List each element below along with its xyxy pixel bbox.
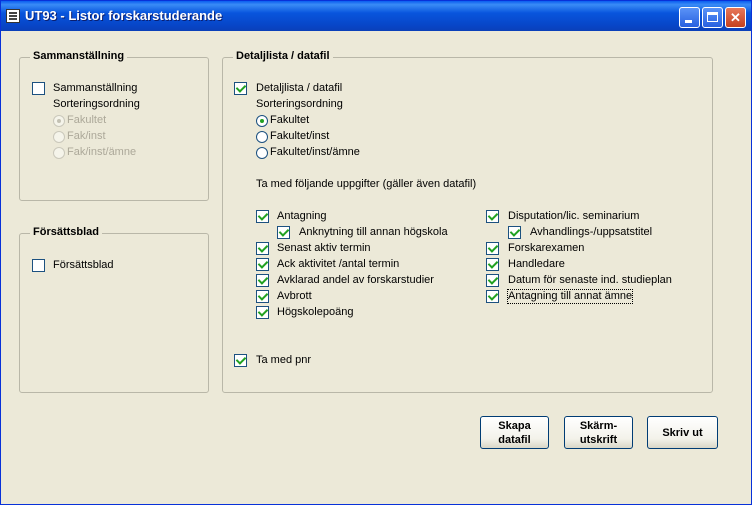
include-other-subject-label: Antagning till annat ämne: [506, 289, 634, 304]
include-activity-label: Ack aktivitet /antal termin: [277, 258, 400, 270]
detail-checkbox[interactable]: [234, 82, 247, 95]
summary-sort-radio-faculty[interactable]: [53, 115, 65, 127]
include-affiliation-checkbox[interactable]: [277, 226, 290, 239]
summary-group: Sammanställning: [19, 50, 209, 201]
detail-sort-radio-faculty-inst-subject[interactable]: [256, 147, 268, 159]
include-admission-label: Antagning: [277, 210, 327, 222]
include-disputation-checkbox[interactable]: [486, 210, 499, 223]
detail-group-legend: Detaljlista / datafil: [233, 50, 333, 62]
detail-sort-radio-faculty-inst-label: Fakultet/inst: [270, 130, 330, 142]
close-button[interactable]: ✕: [725, 7, 746, 28]
screen-print-button[interactable]: Skärm- utskrift: [564, 416, 633, 449]
summary-checkbox-label: Sammanställning: [53, 82, 138, 94]
include-dropout-checkbox[interactable]: [256, 290, 269, 303]
summary-group-legend: Sammanställning: [30, 50, 128, 62]
cover-group: Försättsblad: [19, 226, 209, 393]
include-fields-label: Ta med följande uppgifter (gäller även d…: [256, 178, 477, 190]
include-completed-share-label: Avklarad andel av forskarstudier: [277, 274, 434, 286]
summary-sort-radio-fak-inst-subject-label: Fak/inst/ämne: [67, 146, 137, 158]
summary-checkbox[interactable]: [32, 82, 45, 95]
include-doctoral-degree-label: Forskarexamen: [508, 242, 585, 254]
include-supervisor-label: Handledare: [508, 258, 565, 270]
summary-sort-radio-fak-inst[interactable]: [53, 131, 65, 143]
detail-sort-radio-faculty[interactable]: [256, 115, 268, 127]
include-completed-share-checkbox[interactable]: [256, 274, 269, 287]
summary-sort-radio-fak-inst-subject[interactable]: [53, 147, 65, 159]
detail-sort-radio-faculty-inst[interactable]: [256, 131, 268, 143]
include-thesis-title-label: Avhandlings-/uppsatstitel: [530, 226, 653, 238]
cover-checkbox-label: Försättsblad: [53, 259, 114, 271]
print-button[interactable]: Skriv ut: [647, 416, 718, 449]
include-thesis-title-checkbox[interactable]: [508, 226, 521, 239]
include-credits-label: Högskolepoäng: [277, 306, 354, 318]
include-disputation-label: Disputation/lic. seminarium: [508, 210, 640, 222]
detail-sort-radio-faculty-inst-subject-label: Fakultet/inst/ämne: [270, 146, 360, 158]
include-supervisor-checkbox[interactable]: [486, 258, 499, 271]
maximize-button[interactable]: [702, 7, 723, 28]
minimize-button[interactable]: [679, 7, 700, 28]
report-icon: [6, 9, 20, 23]
include-study-plan-date-checkbox[interactable]: [486, 274, 499, 287]
minimize-icon: [685, 20, 692, 23]
include-pnr-label: Ta med pnr: [256, 354, 312, 366]
summary-sort-radio-faculty-label: Fakultet: [67, 114, 107, 126]
detail-sort-label: Sorteringsordning: [256, 98, 343, 110]
include-affiliation-label: Anknytning till annan högskola: [299, 226, 448, 238]
detail-checkbox-label: Detaljlista / datafil: [256, 82, 343, 94]
include-other-subject-checkbox[interactable]: [486, 290, 499, 303]
include-doctoral-degree-checkbox[interactable]: [486, 242, 499, 255]
include-last-active-term-checkbox[interactable]: [256, 242, 269, 255]
include-admission-checkbox[interactable]: [256, 210, 269, 223]
cover-checkbox[interactable]: [32, 259, 45, 272]
cover-group-legend: Försättsblad: [30, 226, 103, 238]
close-icon: ✕: [730, 10, 741, 25]
include-study-plan-date-label: Datum för senaste ind. studieplan: [508, 274, 672, 286]
create-datafile-button[interactable]: Skapa datafil: [480, 416, 549, 449]
detail-sort-radio-faculty-label: Fakultet: [270, 114, 310, 126]
main-window: UT93 - Listor forskarstuderande ✕ Samman…: [0, 0, 752, 505]
title-bar[interactable]: UT93 - Listor forskarstuderande ✕: [1, 1, 751, 31]
include-dropout-label: Avbrott: [277, 290, 312, 302]
summary-sort-radio-fak-inst-label: Fak/inst: [67, 130, 106, 142]
include-activity-checkbox[interactable]: [256, 258, 269, 271]
include-last-active-term-label: Senast aktiv termin: [277, 242, 371, 254]
window-title: UT93 - Listor forskarstuderande: [25, 8, 223, 23]
maximize-icon: [707, 12, 718, 22]
include-credits-checkbox[interactable]: [256, 306, 269, 319]
include-pnr-checkbox[interactable]: [234, 354, 247, 367]
summary-sort-label: Sorteringsordning: [53, 98, 140, 110]
